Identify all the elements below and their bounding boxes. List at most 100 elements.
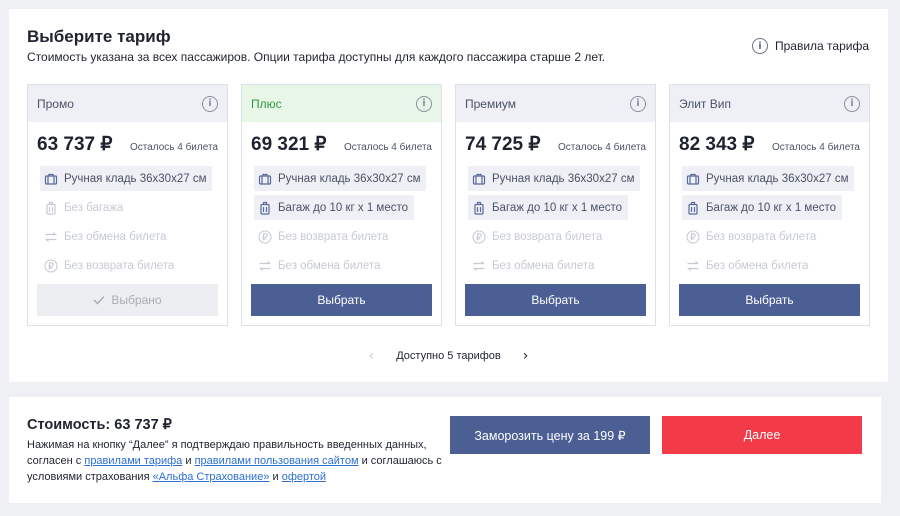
next-button[interactable]: Далее — [662, 416, 862, 454]
tariff-cards: Промо i 63 737 ₽ Осталось 4 билета Ручная кл… — [27, 84, 870, 326]
tariff-option: Без возврата билета — [682, 224, 822, 249]
tariff-card[interactable]: Элит Вип i 82 343 ₽ Осталось 4 билета Ручная… — [669, 84, 870, 326]
tariff-option-label: Без багажа — [64, 201, 124, 214]
tariff-option: Без обмена билета — [254, 253, 386, 278]
tariff-option: Багаж до 10 кг х 1 место — [254, 195, 414, 220]
tariff-option-label: Ручная кладь 36x30x27 см — [706, 172, 849, 185]
page-title: Выберите тариф — [27, 27, 171, 46]
check-icon — [93, 295, 105, 305]
tariff-price-row: 74 725 ₽ Осталось 4 билета — [456, 122, 655, 160]
tariff-rules-label: Правила тарифа — [774, 39, 869, 53]
tariff-option-label: Без возврата билета — [64, 259, 175, 272]
tariff-option: Багаж до 10 кг х 1 место — [468, 195, 628, 220]
select-tariff-button[interactable]: Выбрать — [679, 284, 860, 316]
tariff-option-label: Без возврата билета — [492, 230, 603, 243]
tariff-rules-consent-link[interactable]: правилами тарифа — [84, 455, 182, 467]
tariff-price: 74 725 ₽ — [465, 134, 541, 155]
info-icon: i — [751, 38, 768, 54]
site-rules-link[interactable]: правилами пользования сайтом — [195, 455, 359, 467]
tariff-option-label: Без обмена билета — [706, 259, 809, 272]
bag-icon — [44, 172, 58, 186]
ruble-icon — [258, 229, 272, 244]
info-icon[interactable]: i — [416, 95, 432, 112]
tickets-left: Осталось 4 билета — [343, 142, 432, 153]
consent-part: и — [269, 471, 282, 483]
exchange-icon — [44, 230, 58, 244]
tariff-card-header: Промо i — [28, 85, 227, 122]
total-cost: Стоимость: 63 737 ₽ — [27, 417, 172, 433]
tariff-options: Ручная кладь 36x30x27 см Багаж до 10 кг х… — [456, 160, 655, 282]
tariff-option: Без возврата билета — [468, 224, 608, 249]
bag-icon — [472, 172, 486, 186]
luggage-icon — [472, 201, 486, 215]
tariff-option-label: Без обмена билета — [278, 259, 381, 272]
tariff-options: Ручная кладь 36x30x27 см Багаж до 10 кг х… — [670, 160, 869, 282]
tariff-option: Без возврата билета — [40, 253, 180, 278]
tariff-pager: ‹ Доступно 5 тарифов › — [9, 348, 888, 364]
chevron-left-icon[interactable]: ‹ — [369, 348, 375, 364]
selected-button-label: Выбрано — [111, 293, 162, 307]
tariff-rules-link[interactable]: i Правила тарифа — [751, 38, 869, 54]
tariff-option-label: Без возврата билета — [278, 230, 389, 243]
tariff-card[interactable]: Плюс i 69 321 ₽ Осталось 4 билета Ручная кла… — [241, 84, 442, 326]
exchange-icon — [472, 259, 486, 273]
offer-link[interactable]: офертой — [282, 471, 326, 483]
insurance-link[interactable]: «Альфа Страхование» — [153, 471, 270, 483]
tariff-option: Без багажа — [40, 195, 129, 220]
tariff-option-label: Ручная кладь 36x30x27 см — [64, 172, 207, 185]
exchange-icon — [686, 259, 700, 273]
consent-part: и — [182, 455, 195, 467]
tariff-option: Ручная кладь 36x30x27 см — [468, 166, 641, 191]
tariff-name: Промо — [37, 96, 74, 111]
tariff-card-header: Элит Вип i — [670, 85, 869, 122]
tariff-name: Плюс — [251, 96, 282, 111]
ruble-icon — [686, 229, 700, 244]
info-icon[interactable]: i — [202, 95, 218, 112]
page-subtitle: Стоимость указана за всех пассажиров. Оп… — [27, 50, 606, 64]
tickets-left: Осталось 4 билета — [557, 142, 646, 153]
luggage-icon — [258, 201, 272, 215]
tariff-option: Багаж до 10 кг х 1 место — [682, 195, 842, 220]
tariff-price: 69 321 ₽ — [251, 134, 327, 155]
tariff-option-label: Багаж до 10 кг х 1 место — [492, 201, 622, 214]
tariff-option: Без обмена билета — [40, 224, 172, 249]
tariff-card-header: Плюс i — [242, 85, 441, 122]
bag-icon — [686, 172, 700, 186]
tariff-card-header: Премиум i — [456, 85, 655, 122]
info-icon[interactable]: i — [844, 95, 860, 112]
tariff-price: 63 737 ₽ — [37, 134, 113, 155]
tariff-price-row: 82 343 ₽ Осталось 4 билета — [670, 122, 869, 160]
select-tariff-button[interactable]: Выбрать — [251, 284, 432, 316]
tariff-card[interactable]: Промо i 63 737 ₽ Осталось 4 билета Ручная кл… — [27, 84, 228, 326]
tariff-price-row: 69 321 ₽ Осталось 4 билета — [242, 122, 441, 160]
tariff-option: Без обмена билета — [468, 253, 600, 278]
tariff-option: Ручная кладь 36x30x27 см — [254, 166, 427, 191]
tariff-option-label: Багаж до 10 кг х 1 место — [278, 201, 408, 214]
exchange-icon — [258, 259, 272, 273]
tariff-name: Элит Вип — [679, 96, 731, 111]
tariff-options: Ручная кладь 36x30x27 см Без багажа Без об… — [28, 160, 227, 282]
tariff-price: 82 343 ₽ — [679, 134, 755, 155]
info-icon[interactable]: i — [630, 95, 646, 112]
chevron-right-icon[interactable]: › — [523, 348, 529, 364]
selected-button[interactable]: Выбрано — [37, 284, 218, 316]
tickets-left: Осталось 4 билета — [771, 142, 860, 153]
tariff-option: Без возврата билета — [254, 224, 394, 249]
freeze-price-button[interactable]: Заморозить цену за 199 ₽ — [450, 416, 650, 454]
tariff-option-label: Без возврата билета — [706, 230, 817, 243]
ruble-icon — [472, 229, 486, 244]
tariff-option-label: Без обмена билета — [492, 259, 595, 272]
tariff-panel: Выберите тариф Стоимость указана за всех… — [9, 9, 888, 382]
tariff-option-label: Ручная кладь 36x30x27 см — [492, 172, 635, 185]
checkout-bar: Стоимость: 63 737 ₽ Нажимая на кнопку “Д… — [9, 397, 881, 503]
tariff-option: Ручная кладь 36x30x27 см — [682, 166, 855, 191]
tariff-option: Без обмена билета — [682, 253, 814, 278]
tariff-card[interactable]: Премиум i 74 725 ₽ Осталось 4 билета Ручная … — [455, 84, 656, 326]
tariff-name: Премиум — [465, 96, 517, 111]
bag-icon — [258, 172, 272, 186]
consent-text: Нажимая на кнопку “Далее” я подтверждаю … — [27, 437, 447, 485]
tariff-options: Ручная кладь 36x30x27 см Багаж до 10 кг х… — [242, 160, 441, 282]
select-tariff-button[interactable]: Выбрать — [465, 284, 646, 316]
tariff-option: Ручная кладь 36x30x27 см — [40, 166, 213, 191]
luggage-icon — [44, 201, 58, 215]
